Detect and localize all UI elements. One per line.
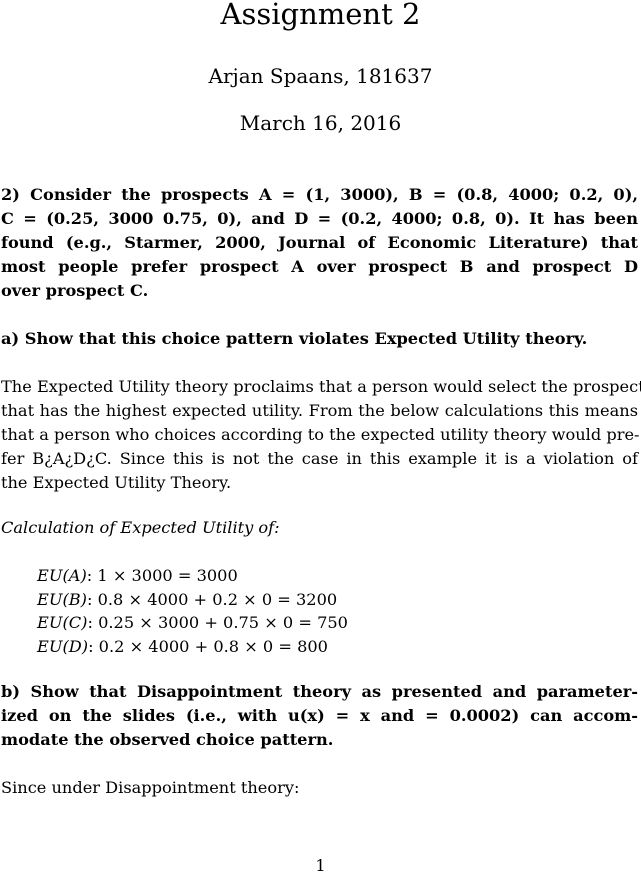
part-b-heading-line: ized on the slides (i.e., with u(x) = x … — [1, 706, 638, 725]
calculation-expression: : 0.25 × 3000 + 0.75 × 0 = 750 — [87, 613, 348, 632]
paragraph-line: the Expected Utility Theory. — [1, 473, 232, 492]
question-2-text: 2) Consider the prospects A = (1, 3000),… — [1, 183, 638, 303]
calculation-label: EU(C) — [37, 613, 88, 632]
calculation-list: EU(A): 1 × 3000 = 3000 EU(B): 0.8 × 4000… — [37, 564, 348, 658]
calculation-eu-b: EU(B): 0.8 × 4000 + 0.2 × 0 = 3200 — [37, 588, 348, 612]
page-number: 1 — [315, 856, 326, 875]
part-b-heading-line: b) Show that Disappointment theory as pr… — [1, 682, 638, 701]
calculation-expression: : 0.2 × 4000 + 0.8 × 0 = 800 — [88, 636, 328, 656]
part-b-heading-line: modate the observed choice pattern. — [1, 730, 334, 749]
calculation-eu-d: EU(D): 0.2 × 4000 + 0.8 × 0 = 800 — [37, 635, 348, 659]
paragraph-line: The Expected Utility theory proclaims th… — [1, 377, 641, 396]
calculation-label: EU(D) — [37, 636, 89, 656]
calculation-label: EU(B) — [37, 589, 87, 609]
part-b-heading: b) Show that Disappointment theory as pr… — [1, 680, 638, 752]
calculation-label: EU(A) — [37, 566, 87, 585]
part-b-paragraph: Since under Disappointment theory: — [1, 778, 300, 797]
part-a-heading: a) Show that this choice pattern violate… — [1, 329, 588, 348]
calculation-eu-a: EU(A): 1 × 3000 = 3000 — [37, 564, 348, 588]
calculation-eu-c: EU(C): 0.25 × 3000 + 0.75 × 0 = 750 — [37, 611, 348, 635]
author-line: Arjan Spaans, 181637 — [208, 64, 433, 88]
question-2-line: C = (0.25, 3000 0.75, 0), and D = (0.2, … — [1, 209, 638, 228]
document-title: Assignment 2 — [220, 0, 421, 31]
paragraph-line: that has the highest expected utility. F… — [1, 401, 638, 420]
calculation-expression: : 0.8 × 4000 + 0.2 × 0 = 3200 — [87, 589, 338, 609]
paragraph-line: fer B¿A¿D¿C. Since this is not the case … — [1, 449, 638, 468]
document-date: March 16, 2016 — [239, 111, 402, 135]
question-2-line: over prospect C. — [1, 281, 149, 300]
question-2-line: 2) Consider the prospects A = (1, 3000),… — [1, 185, 638, 204]
calculation-heading: Calculation of Expected Utility of: — [1, 518, 280, 537]
document-page: Assignment 2 Arjan Spaans, 181637 March … — [0, 0, 641, 875]
paragraph-line: that a person who choices according to t… — [1, 425, 640, 444]
part-a-paragraph: The Expected Utility theory proclaims th… — [1, 375, 641, 495]
calculation-expression: : 1 × 3000 = 3000 — [86, 566, 238, 585]
question-2-line: found (e.g., Starmer, 2000, Journal of E… — [1, 233, 638, 252]
question-2-line: most people prefer prospect A over prosp… — [1, 257, 638, 276]
